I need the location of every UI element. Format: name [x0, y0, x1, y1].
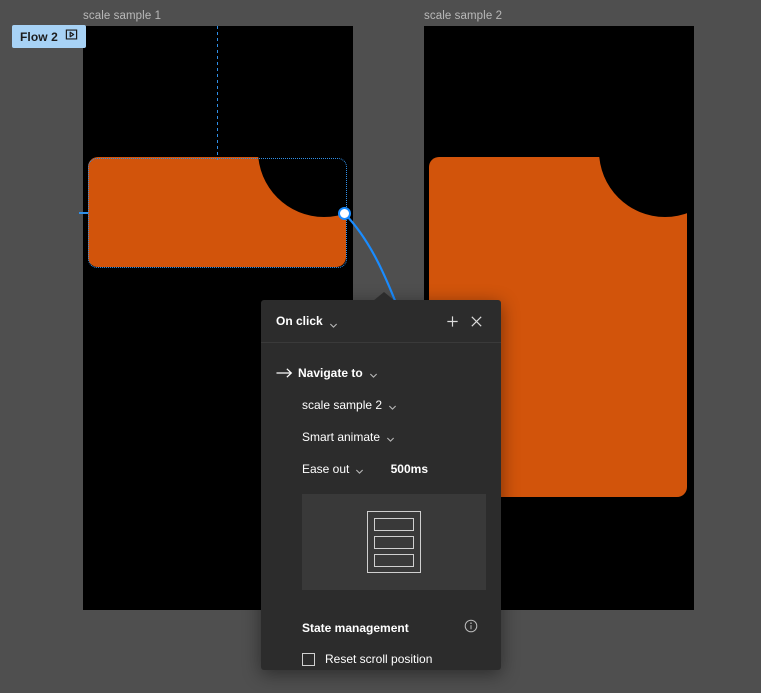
easing-row[interactable]: Ease out 500ms	[261, 453, 501, 485]
doc-line	[374, 517, 414, 531]
action-dropdown[interactable]: Navigate to	[298, 366, 378, 380]
arrow-right-icon	[276, 367, 298, 379]
panel-body: Navigate to scale sample 2 Smart animate…	[261, 343, 501, 673]
alignment-guide-tick-left	[79, 212, 88, 214]
flow-badge-label: Flow 2	[20, 29, 58, 44]
shape-notch-2	[599, 85, 694, 217]
animation-label: Smart animate	[302, 430, 381, 444]
animation-dropdown[interactable]: Smart animate	[302, 430, 395, 444]
chevron-down-icon	[329, 317, 338, 328]
easing-label: Ease out	[302, 462, 350, 476]
add-interaction-button[interactable]	[440, 309, 464, 333]
prototype-connection-handle[interactable]	[338, 207, 351, 220]
design-canvas[interactable]: scale sample 1 scale sample 2 Flow 2 On …	[0, 0, 761, 693]
animation-row[interactable]: Smart animate	[261, 421, 501, 453]
flow-badge[interactable]: Flow 2	[12, 25, 86, 48]
reset-scroll-checkbox[interactable]	[302, 652, 315, 666]
easing-dropdown[interactable]: Ease out	[302, 462, 364, 476]
destination-dropdown[interactable]: scale sample 2	[302, 398, 397, 412]
chevron-down-icon	[355, 465, 364, 474]
reset-scroll-label: Reset scroll position	[325, 652, 433, 666]
close-panel-button[interactable]	[464, 309, 488, 333]
trigger-label: On click	[276, 314, 323, 328]
destination-row[interactable]: scale sample 2	[261, 389, 501, 421]
doc-line	[374, 535, 414, 549]
state-management-title: State management	[302, 621, 409, 635]
reset-scroll-row[interactable]: Reset scroll position	[261, 645, 501, 673]
chevron-down-icon	[388, 401, 397, 410]
panel-header: On click	[261, 300, 501, 343]
frame-label-1[interactable]: scale sample 1	[83, 10, 161, 22]
action-row[interactable]: Navigate to	[261, 357, 501, 389]
duration-value[interactable]: 500ms	[391, 462, 486, 476]
interaction-details-panel[interactable]: On click Navigate to scale sample 2 Smar…	[261, 292, 501, 673]
chevron-down-icon	[369, 369, 378, 378]
selection-outline[interactable]	[88, 158, 347, 268]
action-label: Navigate to	[298, 366, 363, 380]
info-icon[interactable]	[464, 619, 478, 638]
chevron-down-icon	[386, 433, 395, 442]
flow-start-icon	[65, 28, 78, 46]
alignment-guide-vertical	[217, 26, 218, 160]
state-management-header: State management	[261, 611, 501, 645]
destination-label: scale sample 2	[302, 398, 383, 412]
easing-preview-thumbnail[interactable]	[302, 494, 486, 590]
doc-line	[374, 553, 414, 567]
frame-label-2[interactable]: scale sample 2	[424, 10, 502, 22]
document-list-icon	[367, 511, 421, 573]
trigger-dropdown[interactable]: On click	[276, 314, 440, 328]
